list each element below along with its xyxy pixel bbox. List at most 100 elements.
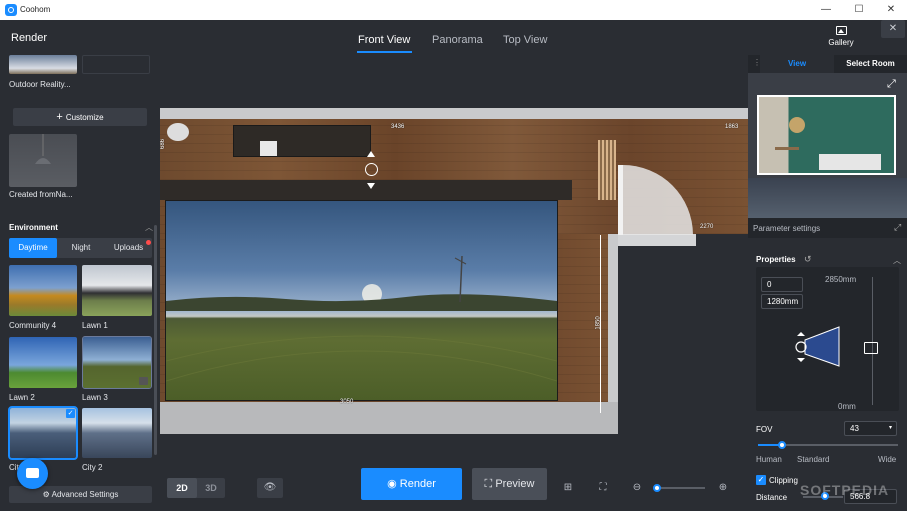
camera-up-arrow-icon[interactable]: [367, 151, 375, 157]
preview-icon: ⛶: [484, 478, 496, 490]
gallery-button[interactable]: Gallery: [821, 24, 861, 54]
maximize-button[interactable]: ☐: [852, 3, 866, 17]
tab-night[interactable]: Night: [57, 238, 105, 258]
left-panel-scrollbar[interactable]: [154, 225, 157, 455]
dimension-label: 2270: [700, 224, 714, 230]
zoom-in-icon[interactable]: ⊕: [710, 478, 736, 498]
properties-title: Properties: [756, 255, 796, 264]
gallery-label: Gallery: [828, 38, 854, 47]
eye-icon[interactable]: 👁: [257, 478, 283, 498]
angle-field[interactable]: 0: [761, 277, 803, 292]
zoom-out-icon[interactable]: ⊖: [624, 478, 650, 498]
close-window-button[interactable]: ✕: [884, 3, 898, 17]
camera-marker-icon[interactable]: [365, 163, 378, 176]
window-title: Coohom: [20, 5, 51, 14]
fit-screen-icon[interactable]: ⛶: [590, 478, 616, 498]
tab-select-room[interactable]: Select Room: [834, 55, 907, 73]
dimension-label: 1850: [595, 316, 602, 330]
lawn-1-thumbnail[interactable]: [82, 265, 152, 316]
lawn-2-thumbnail[interactable]: [9, 337, 77, 388]
reset-icon[interactable]: ↺: [804, 254, 812, 265]
bottom-wall: [160, 402, 618, 434]
dimension-label: 1863: [725, 124, 739, 130]
zoom-slider[interactable]: [655, 487, 705, 489]
3d-button[interactable]: 3D: [197, 478, 225, 498]
render-label: Render: [399, 478, 436, 490]
gear-icon: ⚙: [42, 490, 52, 499]
mirror: [789, 117, 805, 133]
chat-support-button[interactable]: [17, 458, 48, 489]
fov-label: FOV: [756, 425, 773, 434]
lamp-icon: [35, 134, 51, 164]
active-tab-indicator: [357, 51, 412, 53]
floor-plan-canvas[interactable]: 3436 1863 2270 1850 3050 686: [160, 55, 748, 511]
camera-fov-icon: [795, 326, 840, 367]
expand-icon[interactable]: ⤢: [894, 222, 901, 233]
right-panel: ⋮ View Select Room ⤢ Parameter settings …: [748, 55, 907, 511]
preview-label: Preview: [495, 478, 535, 490]
dropdown-arrow-icon: ▾: [888, 425, 892, 431]
2d-button[interactable]: 2D: [167, 478, 197, 498]
chevron-up-icon[interactable]: ︿: [893, 255, 901, 266]
created-from-thumbnail[interactable]: [9, 134, 77, 187]
lawn-3-label: Lawn 3: [82, 393, 108, 402]
lawn-2-label: Lawn 2: [9, 393, 35, 402]
chair-icon: [167, 123, 189, 141]
panorama-scene: [165, 255, 558, 382]
preview-button[interactable]: ⛶ Preview: [472, 468, 547, 500]
view-mode-toggle: 2D 3D: [167, 478, 225, 498]
app-window: Coohom — ☐ ✕ Render Front View Panorama …: [0, 0, 907, 511]
lens-label-standard: Standard: [797, 455, 830, 464]
bottom-toolbar: 2D 3D 👁 ◉ Render ⛶ Preview ⊞ ⛶ ⊖ ⊕: [160, 462, 748, 511]
distance-label: Distance: [756, 493, 788, 502]
tab-view[interactable]: View: [760, 55, 834, 73]
fov-field[interactable]: 43 ▾: [844, 421, 897, 436]
fov-slider-knob[interactable]: [777, 441, 786, 449]
camera-view-preview[interactable]: [757, 95, 896, 175]
tab-panorama[interactable]: Panorama: [432, 34, 483, 46]
left-panel: Outdoor Reality... + Customize Created fr…: [0, 55, 160, 511]
render-button[interactable]: ◉ Render: [361, 468, 462, 500]
tab-uploads[interactable]: Uploads: [105, 238, 152, 258]
chevron-up-icon[interactable]: ︿: [145, 222, 153, 233]
expand-icon[interactable]: ⤢: [887, 78, 896, 91]
city-2-label: City 2: [82, 463, 103, 472]
zoom-slider-knob[interactable]: [653, 484, 661, 492]
outdoor-reality-thumbnail[interactable]: [9, 55, 77, 74]
community-4-thumbnail[interactable]: [9, 265, 77, 316]
environment-tabs: Daytime Night Uploads: [9, 238, 152, 258]
community-4-label: Community 4: [9, 321, 57, 330]
camera-height-panel: 0 1280mm 2850mm 0mm: [756, 267, 899, 411]
tab-daytime[interactable]: Daytime: [9, 238, 57, 258]
gallery-close-button[interactable]: ✕: [881, 20, 905, 38]
parameter-settings-header: Parameter settings ⤢: [748, 218, 907, 238]
outdoor-reality-label: Outdoor Reality...: [9, 80, 71, 89]
city-1-thumbnail[interactable]: ✓: [8, 406, 78, 460]
lawn-1-label: Lawn 1: [82, 321, 108, 330]
height-field[interactable]: 1280mm: [761, 294, 803, 309]
view-preview-area: ⤢: [748, 73, 907, 218]
environment-title: Environment: [9, 223, 58, 232]
door-wall: [618, 234, 696, 246]
kitchen-counter: [233, 125, 371, 157]
tab-front-view[interactable]: Front View: [358, 34, 410, 46]
tab-top-view[interactable]: Top View: [503, 34, 547, 46]
sofa-back: [160, 180, 572, 200]
header-bar: Render Front View Panorama Top View Gall…: [0, 20, 907, 55]
sink: [260, 141, 277, 156]
lawn-3-thumbnail[interactable]: [82, 336, 152, 389]
city-2-thumbnail[interactable]: [82, 408, 152, 458]
gallery-icon: [835, 26, 847, 35]
min-height-label: 0mm: [838, 402, 856, 411]
camera-down-arrow-icon[interactable]: [367, 183, 375, 189]
parameter-settings-title: Parameter settings: [753, 224, 821, 233]
dimension-label: 3050: [340, 399, 354, 405]
grid-icon[interactable]: ⊞: [555, 478, 581, 498]
created-from-label: Created fromNa...: [9, 190, 73, 199]
minimize-button[interactable]: —: [819, 3, 833, 17]
camera-height-handle-icon[interactable]: [864, 342, 878, 354]
customize-button[interactable]: + Customize: [13, 108, 147, 126]
fov-value: 43: [850, 424, 859, 433]
clipping-checkbox[interactable]: ✓: [756, 475, 766, 485]
city-backdrop: [748, 178, 907, 218]
